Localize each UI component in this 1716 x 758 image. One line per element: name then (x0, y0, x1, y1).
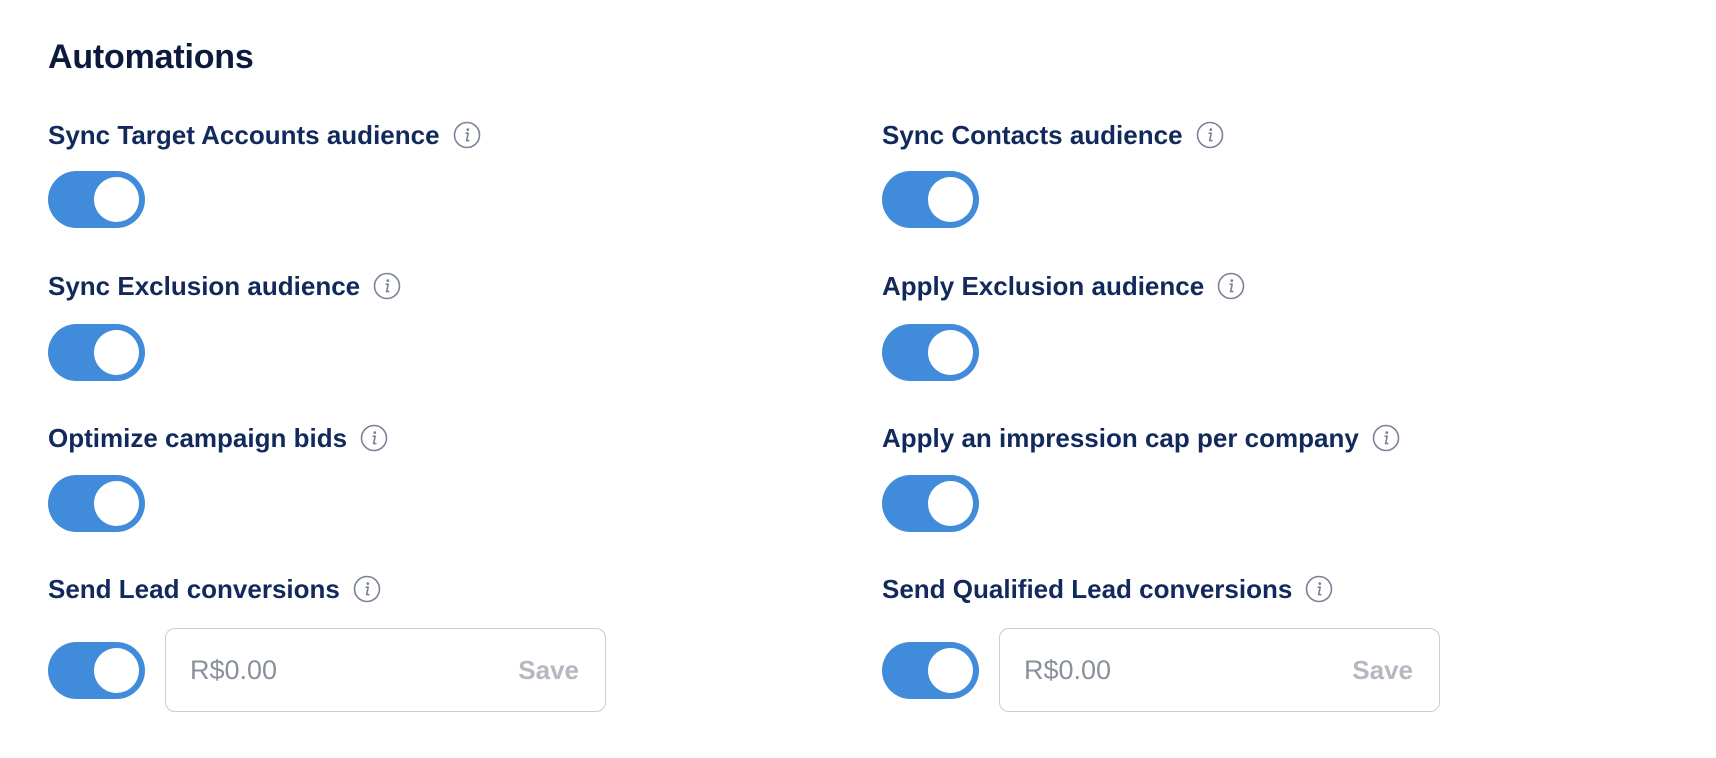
toggle-knob (94, 330, 139, 375)
toggle-knob (928, 481, 973, 526)
setting-label: Sync Exclusion audience (48, 270, 361, 301)
setting-label: Apply an impression cap per company (882, 422, 1359, 453)
info-icon[interactable] (1217, 272, 1245, 300)
send-qualified-lead-toggle[interactable] (882, 642, 979, 699)
sync-target-accounts-toggle[interactable] (48, 171, 145, 228)
impression-cap-toggle[interactable] (882, 475, 979, 532)
setting-label: Sync Target Accounts audience (48, 119, 440, 150)
qualified-lead-save-button[interactable]: Save (1352, 629, 1413, 711)
send-lead-toggle[interactable] (48, 642, 145, 699)
qualified-lead-value-input[interactable] (1024, 629, 1324, 711)
info-icon[interactable] (373, 272, 401, 300)
setting-sync-exclusion: Sync Exclusion audience (48, 270, 401, 302)
info-icon[interactable] (1372, 424, 1400, 452)
setting-label: Send Qualified Lead conversions (882, 573, 1293, 604)
info-icon[interactable] (353, 575, 381, 603)
setting-sync-target-accounts: Sync Target Accounts audience (48, 119, 481, 151)
setting-optimize-bids: Optimize campaign bids (48, 422, 388, 454)
toggle-knob (928, 648, 973, 693)
toggle-knob (94, 177, 139, 222)
info-icon[interactable] (453, 121, 481, 149)
toggle-knob (928, 177, 973, 222)
toggle-knob (94, 648, 139, 693)
setting-send-qualified-lead: Send Qualified Lead conversions (882, 573, 1333, 605)
sync-contacts-toggle[interactable] (882, 171, 979, 228)
apply-exclusion-toggle[interactable] (882, 324, 979, 381)
setting-sync-contacts: Sync Contacts audience (882, 119, 1224, 151)
info-icon[interactable] (1305, 575, 1333, 603)
sync-exclusion-toggle[interactable] (48, 324, 145, 381)
setting-label: Apply Exclusion audience (882, 270, 1205, 301)
lead-value-field: Save (165, 628, 606, 712)
info-icon[interactable] (360, 424, 388, 452)
page-title: Automations (48, 38, 254, 76)
setting-impression-cap: Apply an impression cap per company (882, 422, 1400, 454)
setting-apply-exclusion: Apply Exclusion audience (882, 270, 1245, 302)
lead-save-button[interactable]: Save (518, 629, 579, 711)
setting-label: Sync Contacts audience (882, 119, 1183, 150)
optimize-bids-toggle[interactable] (48, 475, 145, 532)
qualified-lead-value-field: Save (999, 628, 1440, 712)
toggle-knob (94, 481, 139, 526)
info-icon[interactable] (1196, 121, 1224, 149)
setting-label: Send Lead conversions (48, 573, 340, 604)
toggle-knob (928, 330, 973, 375)
lead-value-input[interactable] (190, 629, 490, 711)
setting-label: Optimize campaign bids (48, 422, 348, 453)
setting-send-lead: Send Lead conversions (48, 573, 381, 605)
